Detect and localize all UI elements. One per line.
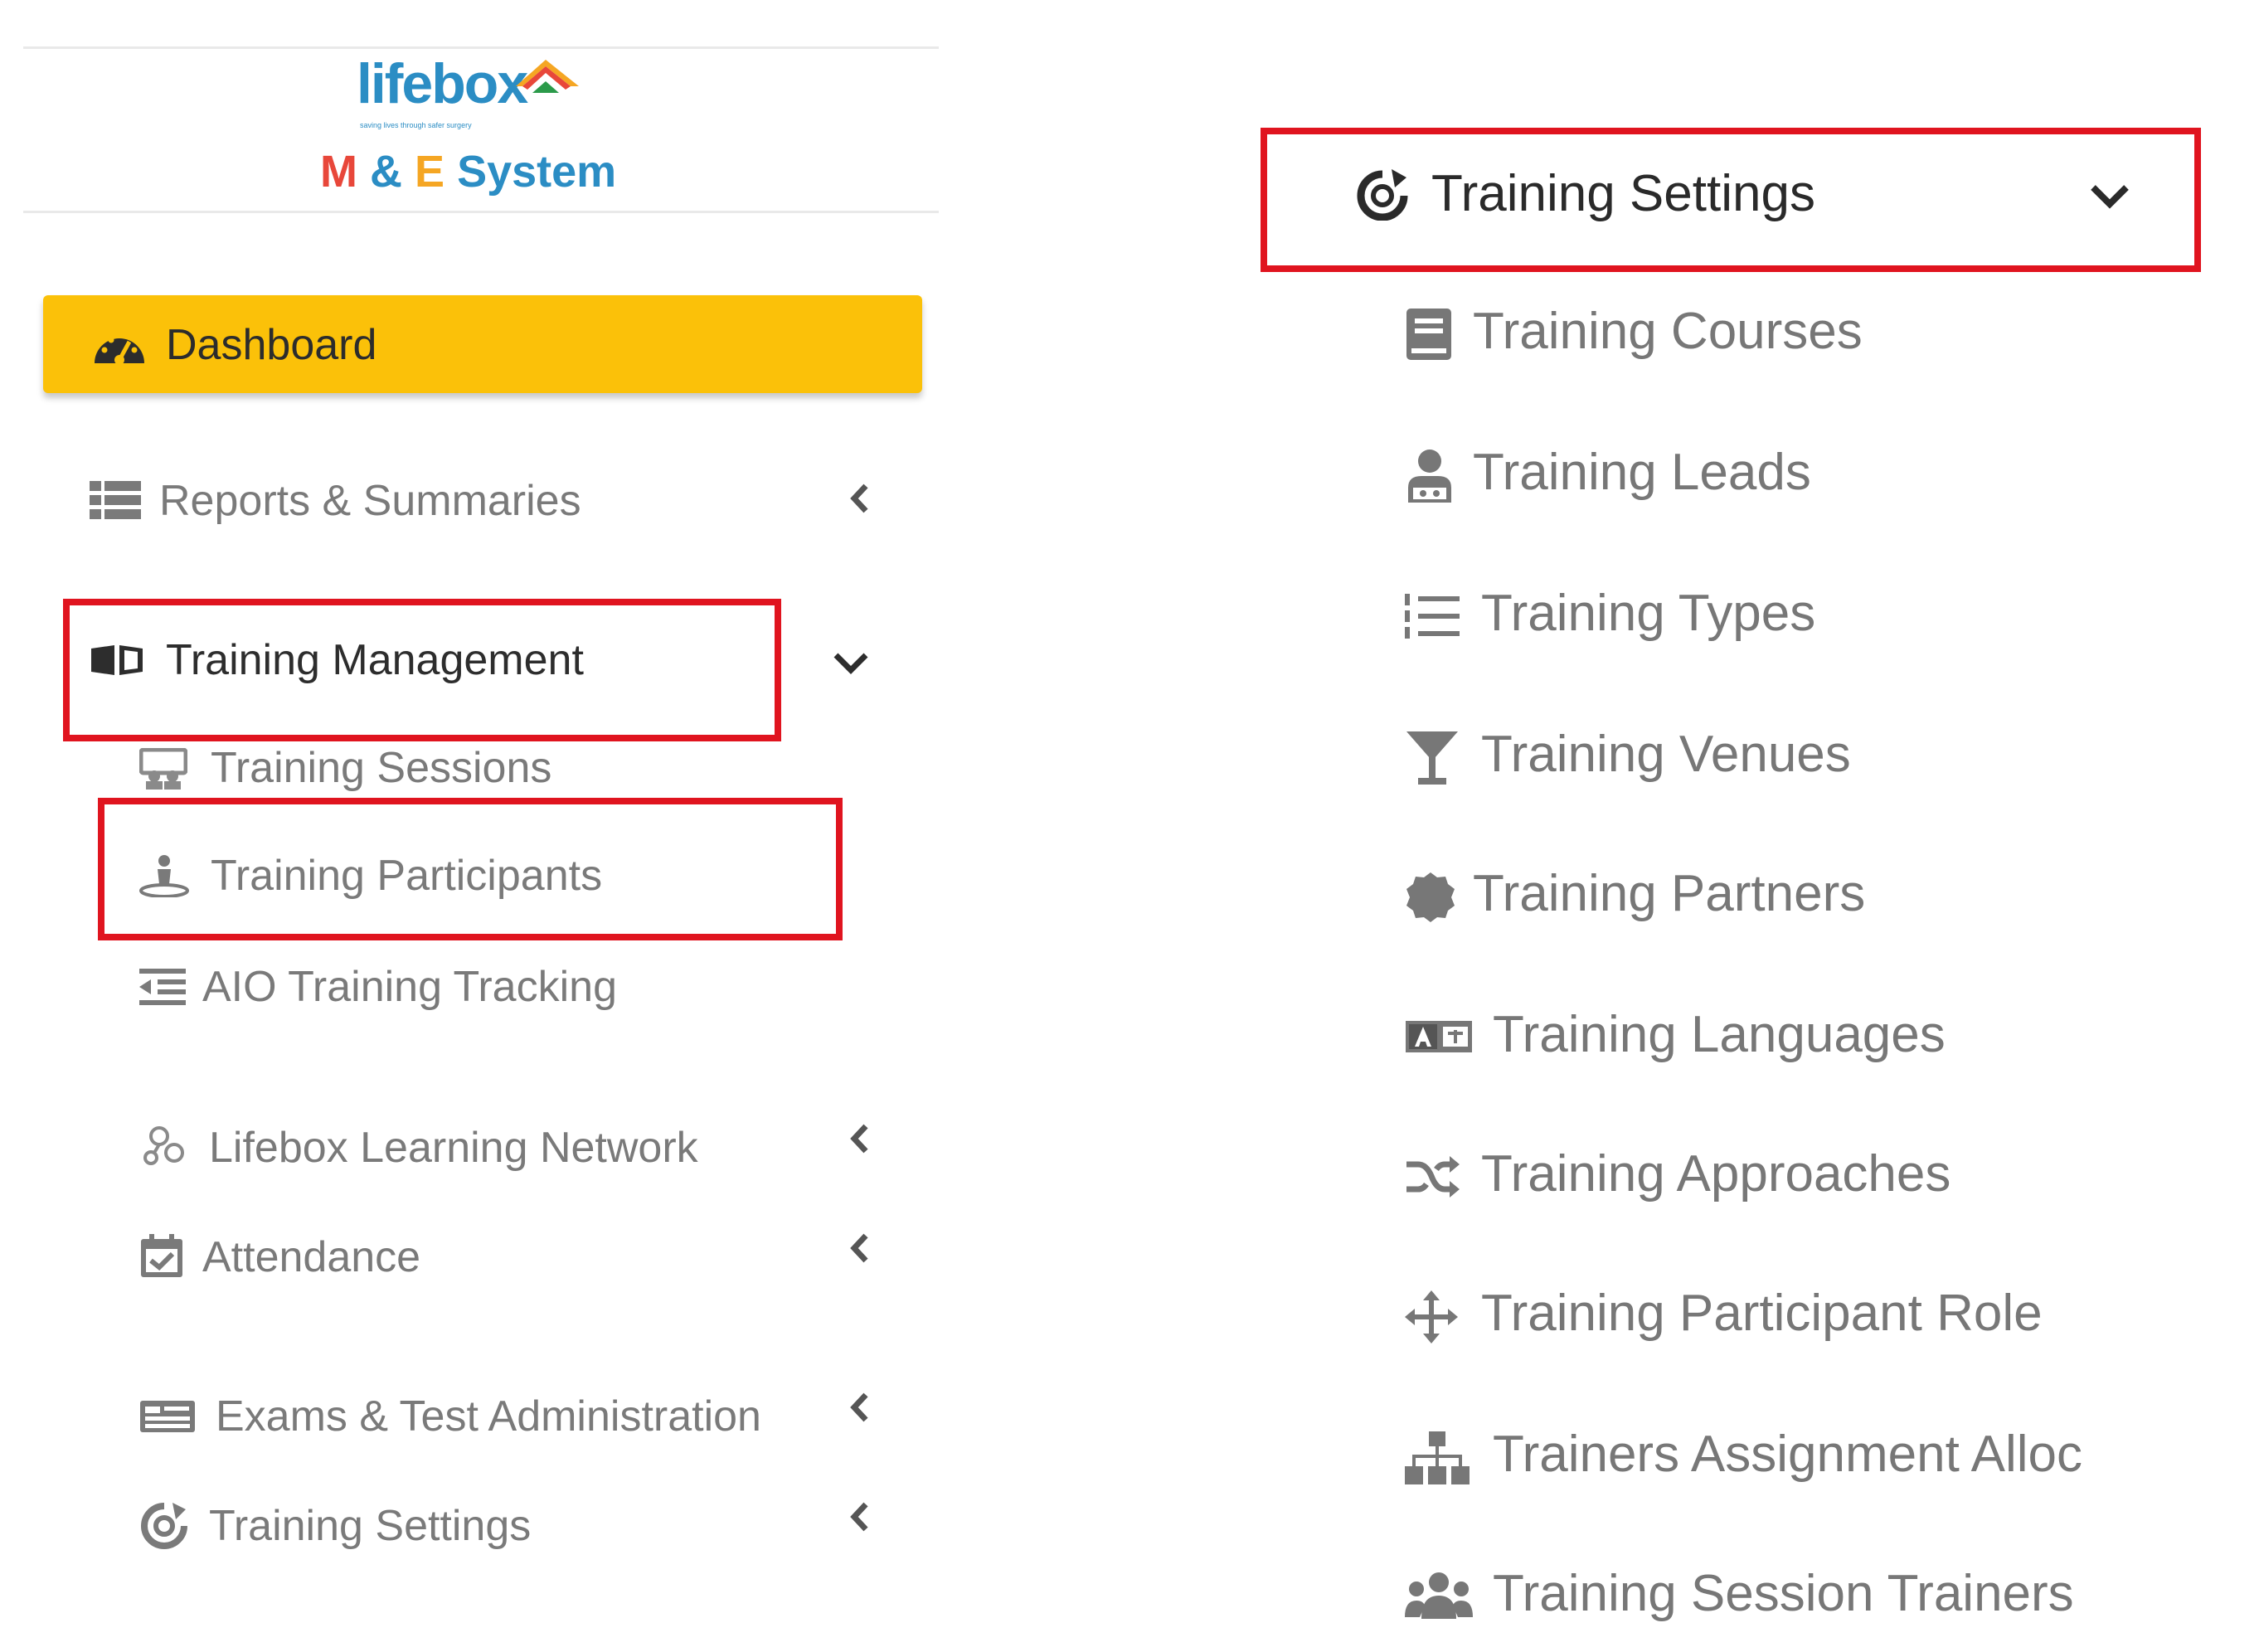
dashboard-label: Dashboard (166, 321, 377, 369)
id-card-icon (140, 1401, 195, 1432)
arrows-icon (1405, 1290, 1458, 1343)
chevron-down-icon[interactable] (2090, 182, 2130, 211)
sidebar-item-exams[interactable]: Exams & Test Administration (139, 1388, 869, 1446)
random-icon (1406, 1156, 1460, 1198)
badge-icon (1406, 872, 1455, 922)
settings-ring-icon (141, 1503, 187, 1549)
training-languages-label: Training Languages (1493, 1006, 1946, 1063)
settings-item-training-types[interactable]: Training Types (1405, 584, 2151, 650)
sitemap-icon (1405, 1431, 1470, 1484)
training-approaches-label: Training Approaches (1481, 1145, 1951, 1203)
trainers-assignment-alloc-label: Trainers Assignment Alloc (1493, 1426, 2083, 1483)
calendar-check-icon (141, 1234, 182, 1277)
chevron-left-icon[interactable] (849, 1501, 871, 1533)
exams-label: Exams & Test Administration (216, 1392, 761, 1441)
settings-item-training-approaches[interactable]: Training Approaches (1405, 1144, 2151, 1211)
chevron-left-icon[interactable] (849, 1232, 871, 1264)
system-title: M & E System (320, 147, 617, 197)
training-courses-label: Training Courses (1473, 303, 1863, 360)
settings-item-trainers-assignment-alloc[interactable]: Trainers Assignment Alloc (1405, 1425, 2151, 1491)
settings-item-training-partners[interactable]: Training Partners (1405, 864, 2151, 930)
sidebar-item-aio-training-tracking[interactable]: AIO Training Tracking (139, 959, 803, 1017)
reports-label: Reports & Summaries (159, 477, 581, 525)
settings-item-training-leads[interactable]: Training Leads (1405, 443, 2151, 509)
chevron-left-icon[interactable] (849, 483, 871, 514)
sidebar-item-reports[interactable]: Reports & Summaries (90, 473, 919, 531)
training-participant-role-label: Training Participant Role (1481, 1285, 2043, 1342)
language-icon (1406, 1021, 1472, 1052)
sidebar-item-attendance[interactable]: Attendance (139, 1229, 803, 1287)
user-tie-icon (1408, 449, 1451, 503)
training-leads-label: Training Leads (1473, 444, 1811, 501)
training-session-trainers-label: Training Session Trainers (1493, 1565, 2074, 1622)
settings-item-training-courses[interactable]: Training Courses (1405, 302, 2151, 368)
tachometer-icon (95, 337, 144, 365)
sidebar-item-learning-network[interactable]: Lifebox Learning Network (139, 1120, 853, 1178)
sidebar-item-training-sessions[interactable]: Training Sessions (139, 741, 803, 799)
users-icon (1405, 1572, 1473, 1619)
settings-item-training-participant-role[interactable]: Training Participant Role (1405, 1284, 2151, 1350)
divider-bottom (23, 211, 939, 213)
training-types-label: Training Types (1481, 585, 1816, 642)
chevron-down-icon[interactable] (833, 650, 869, 675)
settings-item-training-venues[interactable]: Training Venues (1405, 725, 2151, 791)
glass-icon (1406, 731, 1458, 785)
divider-top (23, 46, 939, 49)
chalkboard-icon (139, 748, 187, 790)
sidebar-item-dashboard[interactable]: Dashboard (43, 295, 922, 393)
network-icon (143, 1126, 184, 1165)
aio-training-tracking-label: AIO Training Tracking (202, 963, 617, 1011)
settings-ring-icon (1357, 169, 1408, 221)
training-partners-label: Training Partners (1473, 865, 1866, 922)
settings-item-training-session-trainers[interactable]: Training Session Trainers (1405, 1564, 2151, 1630)
training-settings-label: Training Settings (209, 1502, 532, 1550)
list-icon (90, 481, 141, 519)
logo-roof-icon (516, 60, 579, 93)
highlight-training-participants (98, 798, 843, 940)
settings-header-label: Training Settings (1431, 165, 1815, 222)
settings-menu-header[interactable]: Training Settings (1355, 163, 2168, 229)
lifebox-logo: lifebox saving lives through safer surge… (357, 51, 605, 143)
training-venues-label: Training Venues (1481, 726, 1851, 783)
chevron-left-icon[interactable] (849, 1392, 871, 1423)
settings-item-training-languages[interactable]: Training Languages (1405, 1005, 2151, 1071)
outdent-icon (139, 969, 186, 1005)
highlight-training-management (63, 599, 781, 741)
book-icon (1406, 309, 1451, 360)
learning-network-label: Lifebox Learning Network (209, 1124, 698, 1172)
chevron-left-icon[interactable] (849, 1123, 871, 1154)
sidebar-item-training-settings[interactable]: Training Settings (139, 1498, 803, 1556)
list-ol-icon (1405, 594, 1460, 639)
training-sessions-label: Training Sessions (211, 744, 552, 792)
attendance-label: Attendance (202, 1233, 421, 1281)
